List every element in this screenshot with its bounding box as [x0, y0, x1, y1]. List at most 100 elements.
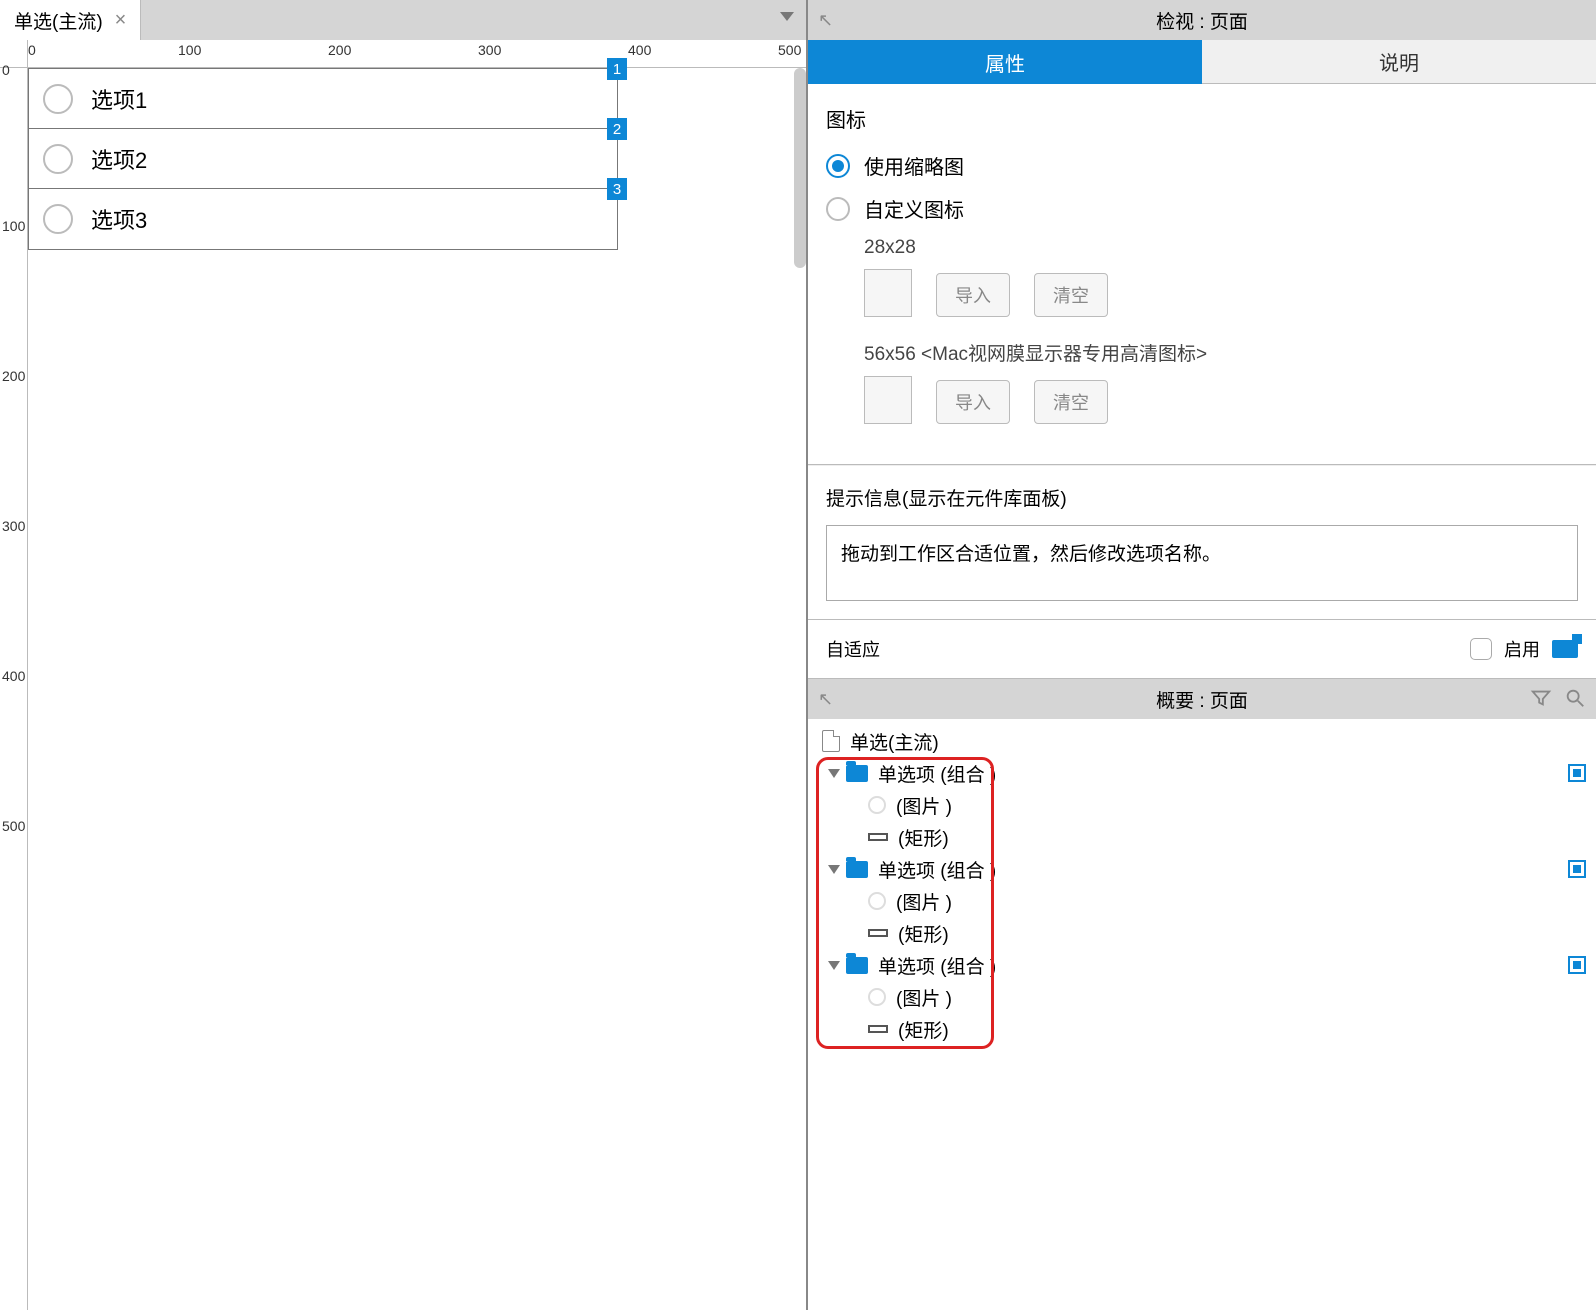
icon-56-row: 56x56 <Mac视网膜显示器专用高清图标> 导入 清空: [864, 339, 1578, 424]
collapse-icon[interactable]: ↖: [818, 689, 833, 710]
radio-row[interactable]: 选项1 1: [29, 69, 617, 129]
outline-child-label: (矩形): [898, 920, 949, 947]
vertical-scrollbar[interactable]: [794, 68, 806, 268]
outline-child-label: (矩形): [898, 824, 949, 851]
adaptive-row: 自适应 启用: [808, 620, 1596, 679]
hint-textarea[interactable]: 拖动到工作区合适位置，然后修改选项名称。: [826, 525, 1578, 601]
outline-header: ↖ 概要 : 页面: [808, 679, 1596, 719]
ruler-h-tick: 200: [328, 42, 351, 58]
outline-child-label: (图片 ): [896, 888, 952, 915]
ruler-v-tick: 0: [2, 62, 10, 78]
outline-child-label: (矩形): [898, 1016, 949, 1043]
folder-icon: [846, 957, 868, 974]
import-button[interactable]: 导入: [936, 273, 1010, 317]
selection-handle[interactable]: 1: [607, 58, 627, 80]
inspector-header: ↖ 检视 : 页面: [808, 0, 1596, 40]
option-label: 使用缩略图: [864, 151, 964, 180]
tab-dropdown-icon[interactable]: [780, 12, 794, 21]
outline-child-row[interactable]: (图片 ): [808, 981, 1596, 1013]
radio-dot-icon: [826, 197, 850, 221]
radio-label: 选项3: [91, 203, 147, 235]
inspector-title: 检视 : 页面: [1156, 7, 1248, 34]
option-custom-icon[interactable]: 自定义图标: [826, 194, 1578, 223]
outline-group-label: 单选项 (组合 ): [878, 952, 996, 979]
icon-preview-56: [864, 376, 912, 424]
rectangle-icon: [868, 929, 888, 937]
adaptive-label: 自适应: [826, 636, 880, 662]
outline-group-row[interactable]: 单选项 (组合 ): [808, 757, 1596, 789]
visibility-toggle[interactable]: [1568, 764, 1586, 782]
image-icon: [868, 988, 886, 1006]
ruler-h-tick: 400: [628, 42, 651, 58]
search-icon[interactable]: [1564, 687, 1586, 715]
ruler-vertical[interactable]: 0 100 200 300 400 500: [0, 68, 28, 1310]
icon-section-title: 图标: [826, 104, 1578, 133]
canvas-area: 单选(主流) × 0 100 200 300 400 500 0 100 200…: [0, 0, 806, 1310]
ruler-h-tick: 100: [178, 42, 201, 58]
outline-child-label: (图片 ): [896, 792, 952, 819]
radio-icon[interactable]: [43, 84, 73, 114]
ruler-v-tick: 200: [2, 368, 25, 384]
outline-child-row[interactable]: (图片 ): [808, 789, 1596, 821]
outline-child-row[interactable]: (图片 ): [808, 885, 1596, 917]
radio-row[interactable]: 选项3 3: [29, 189, 617, 249]
import-button[interactable]: 导入: [936, 380, 1010, 424]
radio-row[interactable]: 选项2 2: [29, 129, 617, 189]
outline-child-row[interactable]: (矩形): [808, 917, 1596, 949]
tab-properties[interactable]: 属性: [808, 40, 1202, 84]
image-icon: [868, 892, 886, 910]
radio-icon[interactable]: [43, 204, 73, 234]
outline-child-row[interactable]: (矩形): [808, 821, 1596, 853]
outline-page-row[interactable]: 单选(主流): [808, 725, 1596, 757]
ruler-v-tick: 100: [2, 218, 25, 234]
radio-dot-icon: [826, 154, 850, 178]
visibility-toggle[interactable]: [1568, 956, 1586, 974]
outline-body: 单选(主流) 单选项 (组合 ) (图片 ) (矩形) 单选项 (组合 ) (图…: [808, 719, 1596, 1310]
option-label: 自定义图标: [864, 194, 964, 223]
enable-label: 启用: [1504, 636, 1540, 662]
clear-button[interactable]: 清空: [1034, 273, 1108, 317]
chevron-down-icon[interactable]: [828, 865, 840, 874]
folder-icon: [846, 861, 868, 878]
icon-28-row: 28x28 导入 清空: [864, 237, 1578, 317]
page-icon: [822, 730, 840, 752]
image-icon: [868, 796, 886, 814]
rectangle-icon: [868, 1025, 888, 1033]
option-use-thumbnail[interactable]: 使用缩略图: [826, 151, 1578, 180]
filter-icon[interactable]: [1530, 687, 1552, 715]
outline-title: 概要 : 页面: [1156, 686, 1248, 713]
radio-label: 选项2: [91, 143, 147, 175]
tabbar: 单选(主流) ×: [0, 0, 806, 40]
inspector-tabs: 属性 说明: [808, 40, 1596, 84]
adaptive-icon[interactable]: [1552, 640, 1578, 658]
clear-button[interactable]: 清空: [1034, 380, 1108, 424]
size-label: 28x28: [864, 237, 1578, 259]
right-panels: ↖ 检视 : 页面 属性 说明 图标 使用缩略图 自定义图标 28x28 导入 …: [806, 0, 1596, 1310]
hint-section: 提示信息(显示在元件库面板) 拖动到工作区合适位置，然后修改选项名称。: [808, 465, 1596, 620]
outline-group-row[interactable]: 单选项 (组合 ): [808, 949, 1596, 981]
collapse-icon[interactable]: ↖: [818, 10, 833, 31]
selection-handle[interactable]: 3: [607, 178, 627, 200]
tab-label: 单选(主流): [14, 7, 103, 34]
rectangle-icon: [868, 833, 888, 841]
chevron-down-icon[interactable]: [828, 961, 840, 970]
visibility-toggle[interactable]: [1568, 860, 1586, 878]
icon-preview-28: [864, 269, 912, 317]
close-icon[interactable]: ×: [115, 9, 127, 32]
canvas[interactable]: 选项1 1 选项2 2 选项3 3: [28, 68, 806, 1310]
radio-widget-group[interactable]: 选项1 1 选项2 2 选项3 3: [28, 68, 618, 250]
tab-notes[interactable]: 说明: [1202, 40, 1596, 84]
enable-checkbox[interactable]: [1470, 638, 1492, 660]
chevron-down-icon[interactable]: [828, 769, 840, 778]
ruler-h-tick: 300: [478, 42, 501, 58]
ruler-v-tick: 300: [2, 518, 25, 534]
radio-icon[interactable]: [43, 144, 73, 174]
ruler-h-tick: 500: [778, 42, 801, 58]
outline-child-row[interactable]: (矩形): [808, 1013, 1596, 1045]
ruler-horizontal[interactable]: 0 100 200 300 400 500: [28, 40, 806, 68]
document-tab[interactable]: 单选(主流) ×: [0, 0, 141, 40]
ruler-h-tick: 0: [28, 42, 36, 58]
folder-icon: [846, 765, 868, 782]
selection-handle[interactable]: 2: [607, 118, 627, 140]
outline-group-row[interactable]: 单选项 (组合 ): [808, 853, 1596, 885]
